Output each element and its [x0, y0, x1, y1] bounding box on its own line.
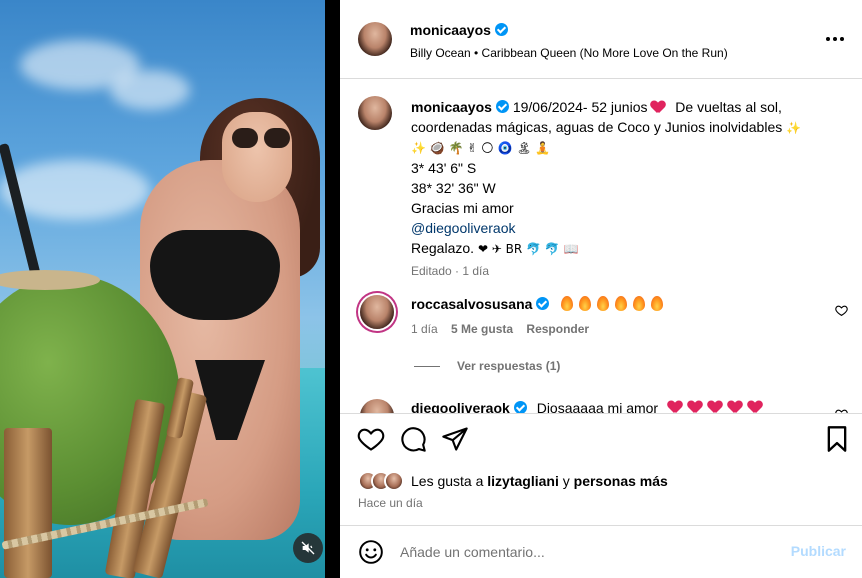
caption-username[interactable]: monicaayos	[411, 99, 492, 115]
comment-username[interactable]: diegooliveraok	[411, 400, 510, 413]
mute-button[interactable]	[293, 533, 323, 563]
post-time: Hace un día	[358, 496, 423, 510]
divider	[340, 413, 862, 414]
action-bar	[340, 425, 862, 459]
bamboo	[4, 428, 52, 578]
liker-avatar	[384, 471, 404, 491]
likes-others[interactable]: personas más	[574, 473, 668, 489]
likes-prefix: Les gusta a	[411, 473, 484, 489]
cloud	[110, 70, 190, 110]
verified-icon	[494, 23, 508, 36]
likes-user[interactable]: lizytagliani	[487, 473, 559, 489]
caption-longitude: 38* 32' 36" W	[411, 180, 496, 196]
verified-icon	[495, 100, 509, 113]
likes-summary[interactable]: Les gusta a lizytagliani y personas más	[358, 470, 668, 492]
emoji-icon[interactable]	[358, 539, 384, 565]
heart-emoji	[651, 101, 665, 113]
person-face	[222, 112, 292, 202]
caption-latitude: 3* 43' 6" S	[411, 160, 477, 176]
author-avatar[interactable]	[358, 22, 392, 56]
view-replies-button[interactable]: Ver respuestas (1)	[457, 359, 560, 373]
publish-button[interactable]: Publicar	[791, 543, 846, 559]
speaker-muted-icon	[301, 541, 315, 555]
verified-icon	[513, 401, 527, 413]
comment-meta: 1 día 5 Me gusta Responder	[411, 322, 589, 336]
likes-connector: y	[562, 473, 570, 489]
caption-gift: Regalazo.	[411, 240, 475, 256]
author-info: monicaayos Billy Ocean • Caribbean Queen…	[410, 22, 728, 60]
caption-gift-emojis: ❤ ✈ BR 🐬 🐬 📖	[477, 242, 579, 256]
heart-emojis	[668, 400, 768, 413]
verified-icon	[536, 297, 550, 310]
comment-input[interactable]	[400, 541, 780, 563]
comment: roccasalvosusana	[411, 296, 669, 312]
post-video[interactable]	[0, 0, 325, 578]
caption-emoji-row: ✨ 🥥 🌴 ✌ 🌕 🧿 🏝 🧘	[411, 141, 551, 155]
caption-text-2: coordenadas mágicas, aguas de Coco y Jun…	[411, 119, 783, 135]
caption-meta: Editado · 1 día	[411, 264, 490, 278]
comment-icon[interactable]	[399, 425, 427, 453]
share-icon[interactable]	[441, 425, 469, 453]
author-username[interactable]: monicaayos	[410, 22, 491, 38]
comment: diegooliveraok Diosaaaaa mi amor	[411, 400, 768, 413]
comment-likes[interactable]: 5 Me gusta	[451, 322, 513, 336]
likes-text: Les gusta a lizytagliani y personas más	[411, 473, 668, 489]
save-icon[interactable]	[823, 425, 851, 453]
sunglasses	[232, 128, 290, 150]
caption: monicaayos 19/06/2024- 52 junios De vuel…	[411, 97, 841, 281]
replies-line	[414, 366, 440, 367]
comment-username[interactable]: roccasalvosusana	[411, 296, 532, 312]
caption-date: 19/06/2024- 52 junios	[512, 99, 648, 115]
reply-button[interactable]: Responder	[526, 322, 589, 336]
post-side-panel: monicaayos Billy Ocean • Caribbean Queen…	[340, 0, 862, 578]
comment-like-icon[interactable]	[835, 304, 848, 317]
flame-emojis	[561, 296, 669, 312]
comment-text: Diosaaaaa mi amor	[536, 400, 659, 413]
comments-section: monicaayos 19/06/2024- 52 junios De vuel…	[340, 79, 862, 413]
comment-box: Publicar	[340, 526, 862, 578]
caption-text-1: De vueltas al sol,	[675, 99, 782, 115]
wand-emoji: ✨	[786, 121, 802, 135]
audio-track[interactable]: Billy Ocean • Caribbean Queen (No More L…	[410, 46, 728, 60]
caption-thanks: Gracias mi amor	[411, 200, 514, 216]
bikini-top	[150, 230, 280, 320]
like-icon[interactable]	[357, 425, 385, 453]
post-header: monicaayos Billy Ocean • Caribbean Queen…	[340, 0, 862, 78]
more-options-icon[interactable]	[826, 37, 844, 41]
comment-time: 1 día	[411, 322, 438, 336]
caption-avatar[interactable]	[358, 96, 392, 130]
comment-avatar[interactable]	[360, 295, 394, 329]
comment-avatar[interactable]	[360, 399, 394, 413]
caption-mention[interactable]: @diegooliveraok	[411, 218, 841, 238]
